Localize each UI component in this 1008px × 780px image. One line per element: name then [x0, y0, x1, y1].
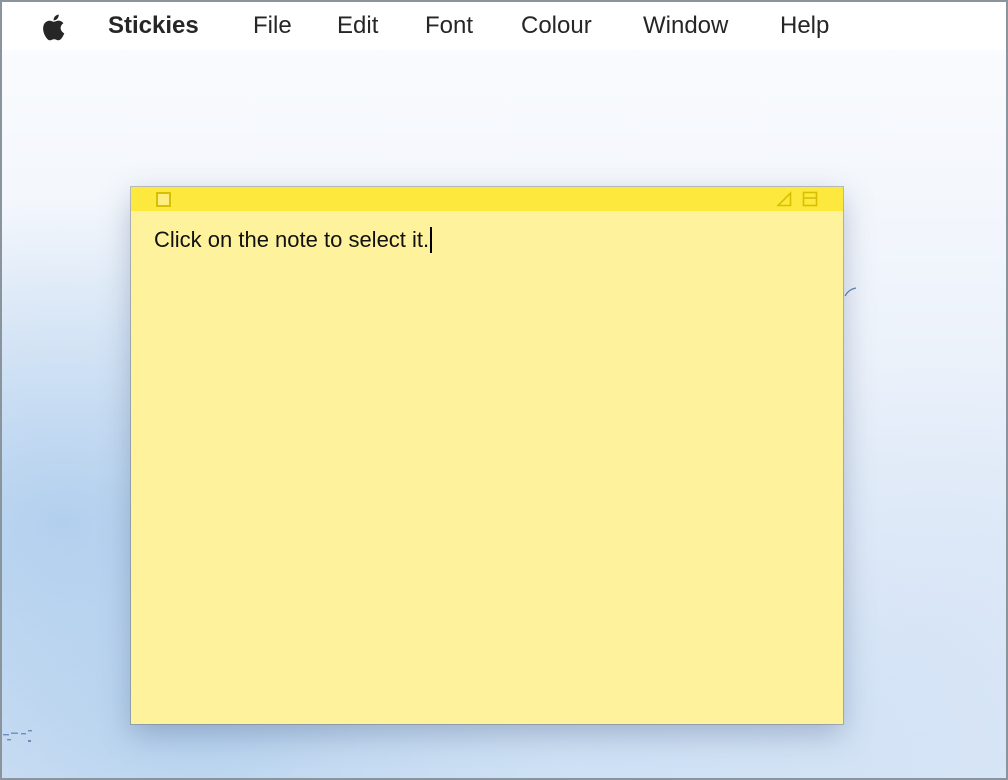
note-title-bar[interactable]: [131, 187, 843, 211]
menu-font[interactable]: Font: [425, 12, 473, 40]
close-box-icon[interactable]: [156, 192, 171, 207]
menu-edit[interactable]: Edit: [337, 12, 378, 40]
menu-colour[interactable]: Colour: [521, 12, 592, 40]
apple-logo-icon[interactable]: [40, 11, 70, 43]
wallpaper-birds-icon: [3, 730, 32, 742]
note-text: Click on the note to select it.: [154, 227, 430, 252]
menu-bar: Stickies File Edit Font Colour Window He…: [2, 2, 1006, 50]
resize-triangle-icon[interactable]: [776, 191, 792, 207]
collapse-window-icon[interactable]: [802, 191, 818, 207]
note-text-area[interactable]: Click on the note to select it.: [131, 211, 843, 724]
desktop: Stickies File Edit Font Colour Window He…: [2, 2, 1006, 778]
wallpaper-bird-icon: [844, 287, 857, 297]
menu-help[interactable]: Help: [780, 12, 829, 40]
menu-window[interactable]: Window: [643, 12, 728, 40]
note-content[interactable]: Click on the note to select it.: [154, 227, 433, 253]
sticky-note-window[interactable]: Click on the note to select it.: [131, 187, 843, 724]
menu-app-stickies[interactable]: Stickies: [108, 12, 199, 40]
text-cursor: [430, 227, 433, 253]
menu-file[interactable]: File: [253, 12, 292, 40]
